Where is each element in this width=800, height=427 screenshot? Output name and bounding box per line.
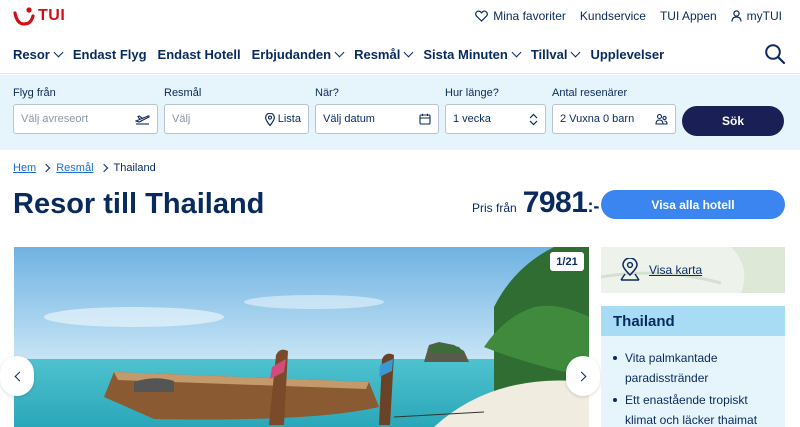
nav-item-resmal[interactable]: Resmål [354, 47, 414, 62]
nav-item-label: Endast Flyg [72, 47, 147, 62]
page-title: Resor till Thailand [13, 188, 265, 220]
chevron-right-icon [576, 371, 586, 381]
customer-service-label: Kundservice [579, 9, 646, 23]
nav-item-label: Tillval [530, 47, 568, 62]
nav-item-endast-hotell[interactable]: Endast Hotell [158, 47, 241, 62]
list-item: Ett enastående tropiskt klimat och läcke… [611, 390, 773, 427]
favorites-link[interactable]: Mina favoriter [475, 9, 566, 23]
destination-list-label: Lista [277, 113, 301, 125]
search-submit-button[interactable]: Sök [682, 106, 784, 136]
nav-item-label: Sista Minuten [423, 47, 508, 62]
travellers-field: Antal resenärer 2 Vuxna 0 barn [552, 87, 676, 134]
nav-item-resor[interactable]: Resor [13, 47, 64, 62]
destination-info-card: Thailand Vita palmkantade paradisstrände… [601, 306, 785, 427]
show-all-hotels-button[interactable]: Visa alla hotell [601, 190, 785, 219]
duration-label: Hur länge? [445, 87, 499, 99]
breadcrumb: Hem Resmål Thailand [13, 162, 156, 174]
chevron-down-icon [53, 47, 64, 58]
date-value: Välj datum [323, 113, 375, 125]
nav-item-label: Resmål [354, 47, 401, 62]
duration-select[interactable]: 1 vecka [445, 104, 546, 134]
from-input[interactable]: Välj avreseort [13, 104, 158, 134]
site-search-button[interactable] [764, 43, 786, 70]
gallery-counter: 1/21 [550, 252, 584, 271]
top-bar: TUI Mina favoriter Kundservice TUI Appen… [0, 0, 800, 36]
destination-input[interactable]: Välj Lista [164, 104, 309, 134]
breadcrumb-link-destinations[interactable]: Resmål [56, 162, 93, 174]
utility-links: Mina favoriter Kundservice TUI Appen myT… [475, 9, 782, 23]
nav-items: Resor Endast Flyg Endast Hotell Erbjudan… [13, 47, 664, 62]
travellers-input[interactable]: 2 Vuxna 0 barn [552, 104, 676, 134]
favorites-label: Mina favoriter [493, 9, 566, 23]
show-map-label: Visa karta [649, 263, 703, 277]
calendar-icon [419, 113, 431, 125]
duration-field: Hur länge? 1 vecka [445, 87, 546, 134]
chevron-down-icon [571, 47, 581, 58]
date-input[interactable]: Välj datum [315, 104, 439, 134]
tui-smile-icon [13, 7, 35, 26]
nav-item-label: Upplevelser [590, 47, 665, 62]
chevron-right-icon [41, 163, 51, 173]
info-card-title: Thailand [601, 306, 785, 336]
from-placeholder: Välj avreseort [21, 113, 89, 125]
hero-image [14, 247, 589, 427]
heart-icon [475, 10, 489, 22]
logo-text: TUI [38, 7, 66, 24]
chevron-down-icon [511, 47, 522, 58]
gallery-prev-button[interactable] [0, 356, 34, 396]
from-field: Flyg från Välj avreseort [13, 87, 158, 134]
chevron-down-icon [403, 47, 414, 58]
travellers-icon [655, 113, 668, 125]
breadcrumb-current: Thailand [113, 162, 156, 174]
nav-item-label: Erbjudanden [251, 47, 332, 62]
price-value: 7981 [522, 186, 588, 219]
price-suffix: :- [587, 196, 600, 216]
map-pin-icon [264, 112, 275, 126]
nav-item-erbjudanden[interactable]: Erbjudanden [251, 47, 345, 62]
date-label: När? [315, 87, 339, 99]
destination-placeholder: Välj [172, 113, 191, 125]
search-panel: Flyg från Välj avreseort Resmål Välj Lis… [0, 75, 800, 150]
gallery-next-button[interactable] [566, 356, 600, 396]
price-from: Pris från 7981 :- [472, 186, 599, 220]
price-prefix: Pris från [472, 201, 517, 215]
chevron-down-icon [334, 47, 345, 58]
duration-value: 1 vecka [453, 113, 491, 125]
destination-list-toggle[interactable]: Lista [264, 112, 301, 126]
customer-service-link[interactable]: Kundservice [580, 9, 646, 23]
list-item: Vita palmkantade paradisstränder [611, 348, 773, 388]
user-icon [731, 10, 742, 22]
map-pin-icon [620, 258, 640, 281]
chevron-left-icon [14, 371, 24, 381]
beach-photo [14, 247, 589, 427]
destination-label: Resmål [164, 87, 202, 99]
from-label: Flyg från [13, 87, 56, 99]
plane-departure-icon [135, 115, 150, 125]
nav-item-label: Endast Hotell [157, 47, 241, 62]
chevron-right-icon [99, 163, 108, 173]
nav-item-endast-flyg[interactable]: Endast Flyg [73, 47, 147, 62]
nav-item-label: Resor [13, 47, 50, 62]
app-label: TUI Appen [659, 9, 717, 23]
date-field: När? Välj datum [315, 87, 439, 134]
search-icon [765, 44, 786, 65]
tui-logo[interactable]: TUI [13, 5, 65, 27]
highlights-list: Vita palmkantade paradisstränder Ett ena… [601, 336, 785, 427]
breadcrumb-link-home[interactable]: Hem [13, 162, 36, 174]
mytui-label: myTUI [746, 9, 782, 23]
nav-item-tillval[interactable]: Tillval [530, 47, 581, 62]
travellers-label: Antal resenärer [552, 87, 628, 99]
show-map-link[interactable]: Visa karta [619, 258, 702, 282]
up-down-chevron-icon [529, 113, 538, 125]
nav-item-sista-minuten[interactable]: Sista Minuten [423, 47, 522, 62]
main-nav: Resor Endast Flyg Endast Hotell Erbjudan… [0, 36, 800, 74]
travellers-value: 2 Vuxna 0 barn [560, 113, 635, 125]
destination-field: Resmål Välj Lista [164, 87, 309, 134]
app-link[interactable]: TUI Appen [660, 9, 717, 23]
mytui-link[interactable]: myTUI [731, 9, 782, 23]
nav-item-upplevelser[interactable]: Upplevelser [590, 47, 664, 62]
map-card[interactable]: Visa karta [601, 247, 785, 293]
